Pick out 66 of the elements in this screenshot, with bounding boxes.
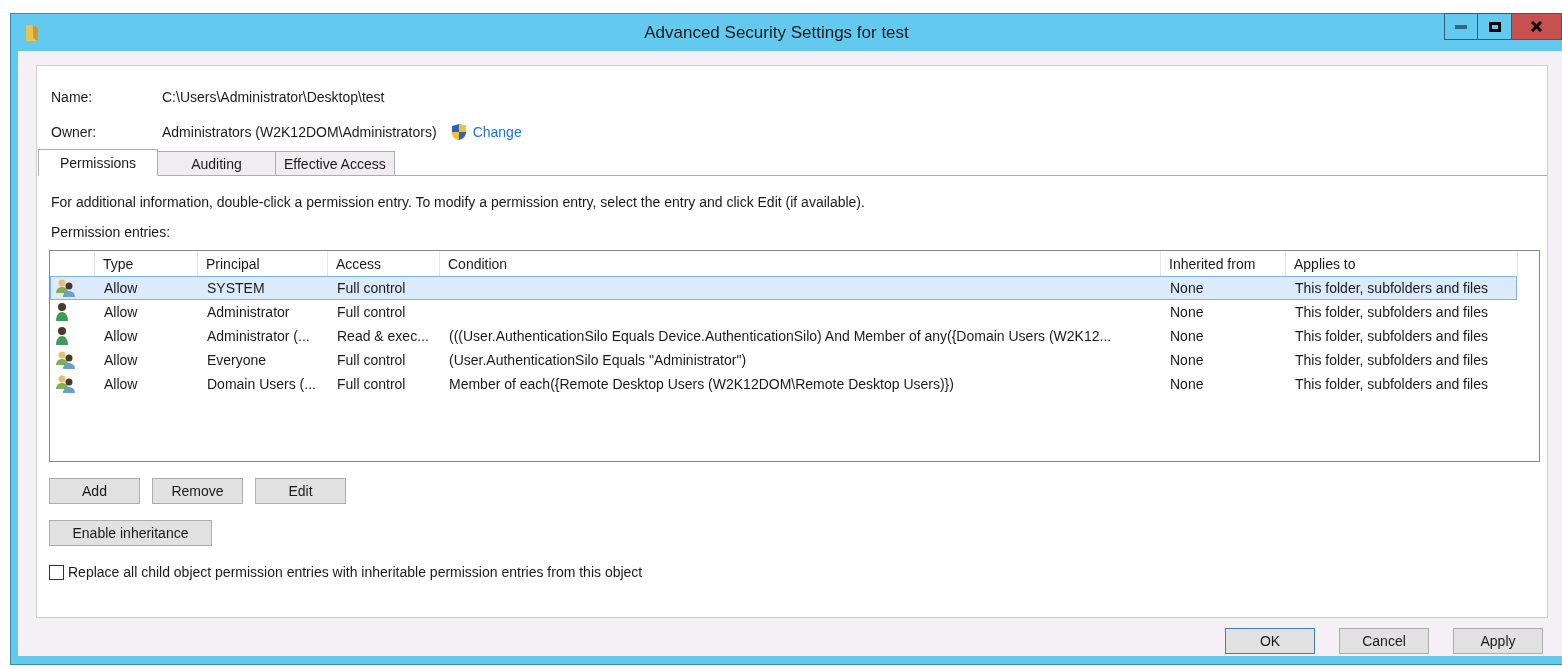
field-value: C:\Users\Administrator\Desktop\test [162, 89, 385, 105]
table-cell-text: Everyone [206, 352, 268, 368]
tab[interactable]: Effective Access [276, 151, 395, 176]
table-cell-text: Domain Users (... [206, 376, 317, 392]
table-cell-text: This folder, subfolders and files [1294, 280, 1489, 296]
permission-row[interactable]: Allow SYSTEM Full control None This folder, subfolders and files [50, 276, 1517, 300]
table-cell-text: Allow [103, 304, 139, 320]
table-cell-text: This folder, subfolders and files [1294, 328, 1489, 344]
action-button[interactable]: Remove [152, 478, 243, 504]
table-cell-text: Member of each({Remote Desktop Users (W2K12DOM\Remote Desktop Users)}) [448, 376, 955, 392]
folder-icon [25, 22, 39, 43]
table-cell-text: None [1169, 304, 1205, 320]
users-icon [55, 374, 77, 394]
dialog-button[interactable]: OK [1225, 628, 1315, 654]
table-cell-text: None [1169, 328, 1205, 344]
action-button[interactable]: Add [49, 478, 140, 504]
minimize-icon [1455, 24, 1467, 29]
change-link[interactable]: Change [472, 124, 522, 140]
table-cell-text: This folder, subfolders and files [1294, 352, 1489, 368]
permission-row[interactable]: Allow Everyone Full control (User.AuthenticationSilo Equals "Administrator") None This folder, subfolders and files [50, 348, 1517, 372]
maximize-icon [1488, 21, 1501, 32]
table-cell-text: SYSTEM [206, 280, 266, 296]
table-cell-text: None [1169, 280, 1205, 296]
dialog-button[interactable]: Apply [1453, 628, 1543, 654]
table-cell-text: Full control [336, 376, 407, 392]
inheritance-button[interactable]: Enable inheritance [49, 520, 212, 546]
table-cell-text: Allow [103, 352, 139, 368]
table-cell-text: None [1169, 352, 1205, 368]
field-label: Owner: [51, 124, 98, 140]
window-title: Advanced Security Settings for test [643, 22, 910, 43]
table-cell-text: Full control [336, 304, 407, 320]
tab[interactable]: Auditing [158, 151, 276, 176]
table-cell-text: Full control [336, 352, 407, 368]
close-icon [1531, 21, 1542, 32]
permission-row[interactable]: Allow Domain Users (... Full control Member of each({Remote Desktop Users (W2K12DOM\Remote Desktop Users)}) None This folder, subfolders and files [50, 372, 1517, 396]
table-cell-text: Administrator (... [206, 328, 311, 344]
shield-icon [450, 123, 467, 141]
tab[interactable]: Permissions [38, 149, 158, 176]
table-cell-text: (User.AuthenticationSilo Equals "Administrator") [448, 352, 748, 368]
checkbox-label: Replace all child object permission entries with inheritable permission entries from this object [68, 564, 643, 580]
table-cell-text: Full control [336, 280, 407, 296]
field-value: Administrators (W2K12DOM\Administrators) [162, 124, 437, 140]
table-cell-text: (((User.AuthenticationSilo Equals Device.AuthenticationSilo) And Member of any({Domain Users (W2K12... [448, 328, 1113, 344]
table-cell-text: This folder, subfolders and files [1294, 304, 1489, 320]
action-button[interactable]: Edit [255, 478, 346, 504]
maximize-button[interactable] [1478, 13, 1512, 40]
dialog-button[interactable]: Cancel [1339, 628, 1429, 654]
table-cell-text: Allow [103, 328, 139, 344]
user-icon [55, 302, 69, 322]
info-text: For additional information, double-click a permission entry. To modify a permission entry, select the entry and click Edit (if available). [51, 194, 866, 210]
close-button[interactable] [1512, 13, 1562, 40]
table-cell-text: None [1169, 376, 1205, 392]
minimize-button[interactable] [1444, 13, 1478, 40]
permission-row[interactable]: Allow Administrator Full control None This folder, subfolders and files [50, 300, 1517, 324]
table-cell-text: Read & exec... [336, 328, 430, 344]
table-cell-text: Allow [103, 280, 139, 296]
users-icon [55, 278, 77, 298]
permission-row[interactable]: Allow Administrator (... Read & exec... (((User.AuthenticationSilo Equals Device.AuthenticationSilo) And Member of any({Domain Users (W2K12... None This folder, subfolders and files [50, 324, 1517, 348]
field-label: Name: [51, 89, 94, 105]
table-cell-text: Allow [103, 376, 139, 392]
checkbox[interactable] [49, 564, 64, 580]
table-cell-text: This folder, subfolders and files [1294, 376, 1489, 392]
section-label: Permission entries: [51, 224, 172, 240]
table-cell-text: Administrator [206, 304, 291, 320]
user-icon [55, 326, 69, 346]
users-icon [55, 350, 77, 370]
